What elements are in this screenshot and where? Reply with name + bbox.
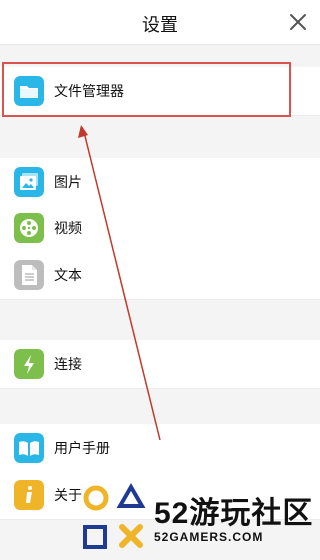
close-icon[interactable]	[286, 10, 310, 34]
menu-item-user-manual[interactable]: 用户手册	[0, 424, 320, 473]
menu-item-file-manager[interactable]: 文件管理器	[0, 67, 320, 116]
menu-item-label: 用户手册	[54, 441, 110, 457]
watermark-logo: 52游玩社区 52GAMERS.COM	[74, 482, 320, 560]
book-icon	[14, 433, 44, 463]
menu-item-label: 视频	[54, 221, 82, 237]
menu-item-label: 文本	[54, 268, 82, 284]
menu-item-label: 连接	[54, 357, 82, 373]
menu-item-images[interactable]: 图片	[0, 158, 320, 207]
info-icon	[14, 480, 44, 510]
menu-item-label: 图片	[54, 175, 82, 191]
folder-icon	[14, 76, 44, 106]
section-gap	[0, 116, 320, 160]
section-gap	[0, 388, 320, 428]
document-icon	[14, 260, 44, 290]
menu-item-connection[interactable]: 连接	[0, 340, 320, 389]
watermark-title: 52游玩社区	[154, 497, 314, 530]
page-title: 设置	[142, 15, 178, 36]
header-bar: 设置	[0, 0, 320, 45]
gamepad-symbols-icon	[83, 483, 146, 549]
lightning-icon	[14, 349, 44, 379]
film-reel-icon	[14, 213, 44, 243]
section-gap	[0, 300, 320, 340]
section-gap	[0, 45, 320, 67]
menu-item-label: 文件管理器	[54, 84, 124, 100]
menu-item-text[interactable]: 文本	[0, 251, 320, 300]
menu-item-videos[interactable]: 视频	[0, 204, 320, 253]
image-icon	[14, 167, 44, 197]
watermark-url: 52GAMERS.COM	[154, 530, 264, 544]
